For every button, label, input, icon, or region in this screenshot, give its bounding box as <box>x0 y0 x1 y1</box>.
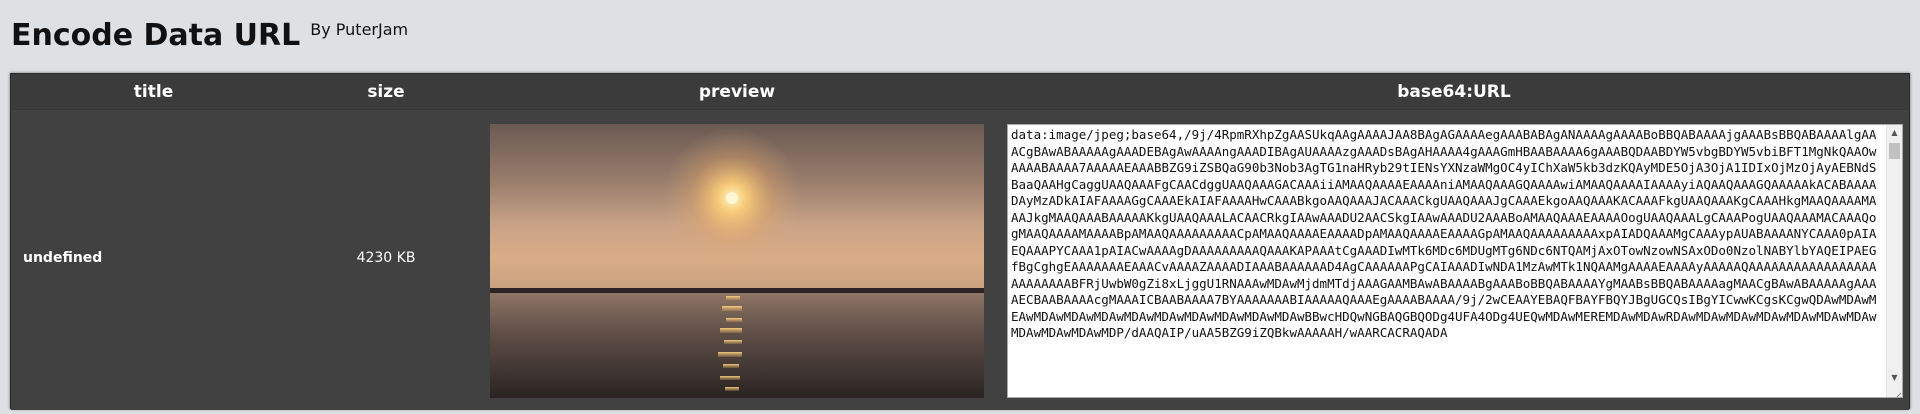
column-header-preview: preview <box>698 82 776 102</box>
results-table: title size preview base64:URL undefined … <box>10 73 1910 410</box>
column-header-base64: base64:URL <box>1397 82 1511 102</box>
row-title-cell: undefined <box>23 250 103 266</box>
table-header-row: title size preview base64:URL <box>11 74 1909 109</box>
column-header-size: size <box>367 82 405 102</box>
base64-url-text[interactable]: data:image/jpeg;base64,/9j/4RpmRXhpZgAAS… <box>1011 127 1881 395</box>
preview-image <box>490 124 984 398</box>
author-byline: By PuterJam <box>310 20 409 39</box>
scroll-up-arrow-icon[interactable]: ▲ <box>1887 125 1902 140</box>
page-header: Encode Data URL By PuterJam <box>11 14 408 64</box>
scroll-down-arrow-icon[interactable]: ▼ <box>1887 370 1902 385</box>
row-size-cell: 4230 KB <box>356 250 416 266</box>
base64-url-textarea[interactable]: data:image/jpeg;base64,/9j/4RpmRXhpZgAAS… <box>1007 124 1903 398</box>
column-header-title: title <box>133 82 174 102</box>
table-row: undefined 4230 KB data:image/jpeg;base64… <box>11 109 1909 410</box>
sunset-over-water-image <box>490 124 984 398</box>
page-title: Encode Data URL <box>11 18 301 53</box>
resize-grip-icon[interactable] <box>1891 386 1902 397</box>
textarea-scrollbar[interactable]: ▲ ▼ <box>1886 125 1902 397</box>
scrollbar-thumb[interactable] <box>1889 143 1900 159</box>
